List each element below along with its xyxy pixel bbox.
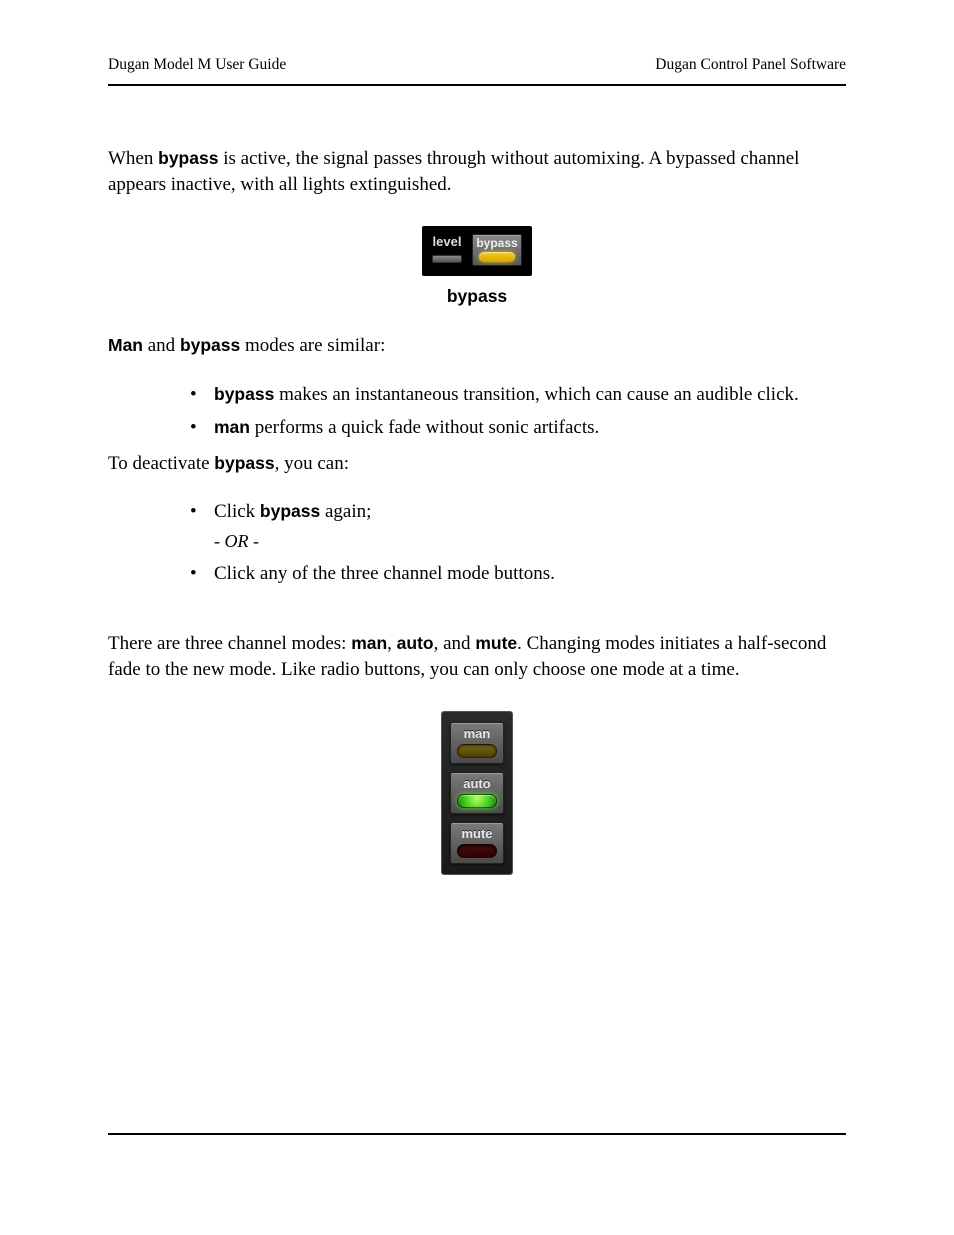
list-item: bypass makes an instantaneous transition… [190,382,846,408]
list-deactivate-options: Click bypass again; - OR - Click any of … [108,499,846,587]
mute-led-icon [457,844,497,858]
bypass-led-icon [479,252,515,262]
figure-bypass-caption: bypass [108,286,846,307]
term-bypass: bypass [158,148,218,168]
man-button-label: man [464,727,491,740]
term-mute: mute [475,633,517,653]
man-button[interactable]: man [450,722,504,764]
bypass-button-label: bypass [476,237,517,249]
level-indicator [432,255,462,263]
bypass-button[interactable]: bypass [472,234,522,266]
paragraph-bypass-intro: When bypass is active, the signal passes… [108,146,846,198]
list-mode-differences: bypass makes an instantaneous transition… [108,382,846,441]
list-item: Click bypass again; - OR - [190,499,846,553]
term-man: man [214,417,250,437]
term-auto: auto [397,633,434,653]
term-bypass: bypass [180,335,240,355]
term-bypass: bypass [214,384,274,404]
term-bypass: bypass [260,501,320,521]
list-item: Click any of the three channel mode butt… [190,561,846,587]
term-man: Man [108,335,143,355]
man-led-icon [457,744,497,758]
term-man: man [351,633,387,653]
paragraph-man-bypass-similar: Man and bypass modes are similar: [108,333,846,359]
header-left: Dugan Model M User Guide [108,56,286,74]
page-header: Dugan Model M User Guide Dugan Control P… [108,56,846,86]
auto-button-label: auto [463,777,490,790]
level-control: level [432,234,462,263]
mode-button-panel: man auto mute [441,711,513,875]
bypass-panel: level bypass [422,226,532,276]
level-label: level [433,234,462,249]
header-right: Dugan Control Panel Software [655,56,846,74]
figure-bypass-panel: level bypass [108,226,846,276]
paragraph-channel-modes: There are three channel modes: man, auto… [108,631,846,683]
mute-button[interactable]: mute [450,822,504,864]
or-separator: - OR - [214,529,846,553]
term-bypass: bypass [214,453,274,473]
paragraph-deactivate-intro: To deactivate bypass, you can: [108,451,846,477]
list-item: man performs a quick fade without sonic … [190,415,846,441]
auto-button[interactable]: auto [450,772,504,814]
mute-button-label: mute [461,827,492,840]
auto-led-icon [457,794,497,808]
figure-mode-buttons: man auto mute [108,711,846,875]
footer-rule [108,1133,846,1135]
